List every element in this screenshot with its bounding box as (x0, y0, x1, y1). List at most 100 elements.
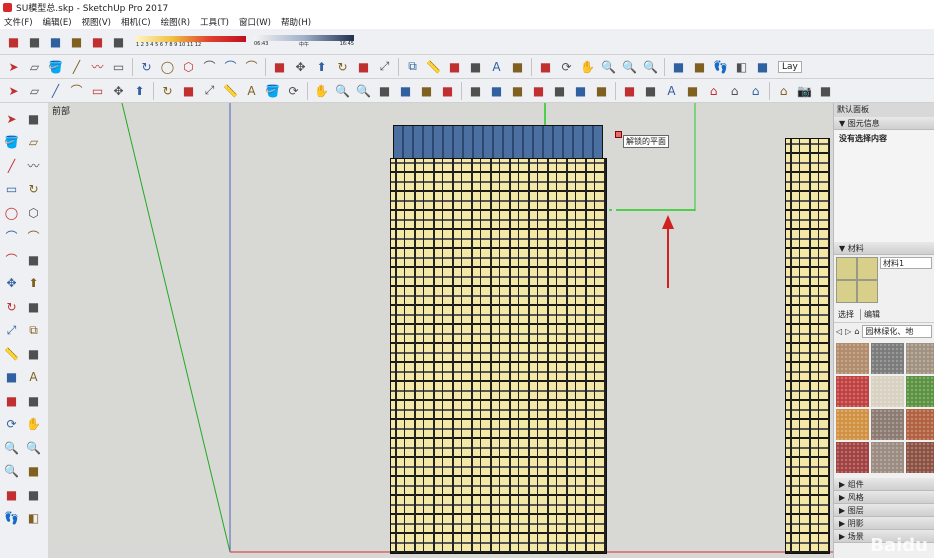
move-icon[interactable]: ✥ (2, 274, 21, 293)
rectangle-icon[interactable]: ▭ (2, 180, 21, 199)
rectangle-icon[interactable]: ▭ (88, 81, 107, 100)
pushpull-icon[interactable]: ⬆ (130, 81, 149, 100)
rotate-icon[interactable]: ↻ (158, 81, 177, 100)
textured-icon[interactable]: A (662, 81, 681, 100)
pan-icon[interactable]: ✋ (312, 81, 331, 100)
move-icon[interactable]: ✥ (109, 81, 128, 100)
menu-item[interactable]: 相机(C) (121, 16, 151, 28)
material-swatch[interactable] (836, 442, 869, 473)
house2-icon[interactable]: ⌂ (725, 81, 744, 100)
rectangle-icon[interactable]: ▭ (109, 57, 128, 76)
warehouse-icon[interactable]: ■ (375, 81, 394, 100)
select-icon[interactable]: ➤ (4, 57, 23, 76)
axes-icon[interactable]: ■ (2, 391, 21, 410)
extension-icon[interactable]: ■ (88, 32, 107, 51)
zoom-icon[interactable]: 🔍 (599, 57, 618, 76)
pushpull-icon[interactable]: ⬆ (312, 57, 331, 76)
front-view-icon[interactable]: ■ (487, 81, 506, 100)
scale-icon[interactable]: ⤢ (375, 57, 394, 76)
material-swatch[interactable] (871, 376, 904, 407)
link-icon[interactable]: ■ (67, 32, 86, 51)
line-icon[interactable]: ╱ (67, 57, 86, 76)
line-icon[interactable]: ╱ (46, 81, 65, 100)
arc-icon[interactable]: ⌒ (67, 81, 86, 100)
warehouse-icon[interactable]: ■ (4, 32, 23, 51)
scale-icon[interactable]: ⤢ (2, 321, 21, 340)
tape-icon[interactable]: 📏 (2, 344, 21, 363)
xray-icon[interactable]: ■ (571, 81, 590, 100)
menu-item[interactable]: 帮助(H) (281, 16, 311, 28)
text-icon[interactable]: A (242, 81, 261, 100)
wireframe-icon[interactable]: ■ (592, 81, 611, 100)
section-entity-info[interactable]: ▼ 图元信息 (834, 117, 934, 130)
rotated-rect-icon[interactable]: ↻ (137, 57, 156, 76)
dimension-icon[interactable]: ■ (445, 57, 464, 76)
material-swatch[interactable] (871, 442, 904, 473)
previous-icon[interactable]: ■ (24, 462, 43, 481)
menu-item[interactable]: 绘图(R) (161, 16, 191, 28)
3d-viewport[interactable]: 前部 解锁的平面 (48, 103, 833, 558)
pan-icon[interactable]: ✋ (24, 415, 43, 434)
section-collapsed[interactable]: ▶ 阴影 (834, 517, 934, 530)
circle-icon[interactable]: ◯ (158, 57, 177, 76)
section-collapsed[interactable]: ▶ 图层 (834, 504, 934, 517)
material-swatch[interactable] (871, 343, 904, 374)
arc2-icon[interactable]: ⌒ (24, 227, 43, 246)
material-name-input[interactable]: 材料1 (880, 257, 932, 269)
house3-icon[interactable]: ⌂ (746, 81, 765, 100)
material-swatch[interactable] (906, 409, 934, 440)
house4-icon[interactable]: ⌂ (774, 81, 793, 100)
pie-icon[interactable]: ■ (24, 250, 43, 269)
material-swatch[interactable] (871, 409, 904, 440)
zoom-extents-icon[interactable]: 🔍 (2, 462, 21, 481)
freehand-icon[interactable]: 〰 (88, 57, 107, 76)
3dtext-icon[interactable]: ■ (536, 57, 555, 76)
hidden-line-icon[interactable]: ■ (620, 81, 639, 100)
text-icon[interactable]: A (487, 57, 506, 76)
top-view-icon[interactable]: ■ (466, 81, 485, 100)
dimension-icon[interactable]: ■ (24, 344, 43, 363)
line-icon[interactable]: ╱ (2, 156, 21, 175)
back-icon[interactable]: ◁ (836, 327, 842, 336)
scale-icon[interactable]: ⤢ (200, 81, 219, 100)
pie-icon[interactable]: ■ (270, 57, 289, 76)
protractor-icon[interactable]: ■ (2, 368, 21, 387)
tape-icon[interactable]: 📏 (424, 57, 443, 76)
rotate-icon[interactable]: ↻ (2, 297, 21, 316)
orbit-icon[interactable]: ⟳ (557, 57, 576, 76)
arc3-icon[interactable]: ⌒ (242, 57, 261, 76)
layer-icon[interactable]: ■ (816, 81, 835, 100)
layer-dropdown[interactable]: Lay (778, 60, 802, 73)
polygon-icon[interactable]: ⬡ (179, 57, 198, 76)
position-camera-icon[interactable]: ■ (2, 485, 21, 504)
lookaround-icon[interactable]: ■ (24, 485, 43, 504)
arc-icon[interactable]: ⌒ (200, 57, 219, 76)
pushpull-icon[interactable]: ⬆ (24, 274, 43, 293)
position-camera-icon[interactable]: ■ (669, 57, 688, 76)
zoom-extents-icon[interactable]: 🔍 (354, 81, 373, 100)
component-icon[interactable]: ■ (24, 109, 43, 128)
paint-icon[interactable]: 🪣 (2, 133, 21, 152)
zoom-icon[interactable]: 🔍 (2, 438, 21, 457)
layers-icon[interactable]: ■ (753, 57, 772, 76)
paint-icon[interactable]: 🪣 (46, 57, 65, 76)
lookaround-icon[interactable]: ■ (690, 57, 709, 76)
eraser-icon[interactable]: ▱ (25, 57, 44, 76)
right-view-icon[interactable]: ■ (508, 81, 527, 100)
walk-icon[interactable]: 👣 (2, 509, 21, 528)
extension-icon[interactable]: ■ (396, 81, 415, 100)
back-view-icon[interactable]: ■ (529, 81, 548, 100)
material-swatch[interactable] (906, 442, 934, 473)
section-collapsed[interactable]: ▶ 组件 (834, 478, 934, 491)
left-view-icon[interactable]: ■ (550, 81, 569, 100)
polygon-icon[interactable]: ⬡ (24, 203, 43, 222)
orbit-icon[interactable]: ⟳ (2, 415, 21, 434)
zoom-window-icon[interactable]: 🔍 (620, 57, 639, 76)
offset-icon[interactable]: ⧉ (403, 57, 422, 76)
tab-select[interactable]: 选择 (838, 309, 854, 320)
material-swatch[interactable] (906, 376, 934, 407)
zoom-extents-icon[interactable]: 🔍 (641, 57, 660, 76)
freehand-icon[interactable]: 〰 (24, 156, 43, 175)
menu-item[interactable]: 编辑(E) (43, 16, 72, 28)
material-swatch[interactable] (836, 409, 869, 440)
